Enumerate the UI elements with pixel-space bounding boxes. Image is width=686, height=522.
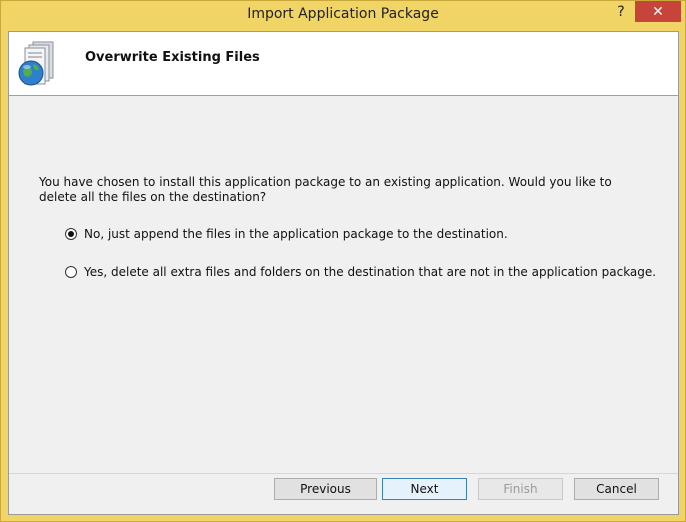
help-icon: ? [617,4,625,20]
close-icon: ✕ [652,3,664,20]
prompt-text: You have chosen to install this applicat… [39,175,612,204]
option-append[interactable]: No, just append the files in the applica… [65,227,508,241]
cancel-button[interactable]: Cancel [574,478,659,500]
radio-delete[interactable] [65,266,77,278]
title-bar[interactable]: Import Application Package ? ✕ [1,1,685,31]
close-button[interactable]: ✕ [635,1,681,22]
dialog-window: Import Application Package ? ✕ Overwrite… [0,0,686,522]
page-title: Overwrite Existing Files [85,50,260,65]
next-button[interactable]: Next [382,478,467,500]
finish-button[interactable]: Finish [478,478,563,500]
option-append-label: No, just append the files in the applica… [84,227,508,241]
previous-button[interactable]: Previous [274,478,377,500]
package-globe-icon [18,41,54,86]
help-button[interactable]: ? [607,1,635,23]
wizard-header: Overwrite Existing Files [9,32,678,96]
footer-divider [9,473,678,474]
option-delete[interactable]: Yes, delete all extra files and folders … [65,265,656,279]
radio-append[interactable] [65,228,77,240]
dialog-body: Overwrite Existing Files You have chosen… [8,31,679,515]
option-delete-label: Yes, delete all extra files and folders … [84,265,657,279]
window-title: Import Application Package [247,6,439,22]
